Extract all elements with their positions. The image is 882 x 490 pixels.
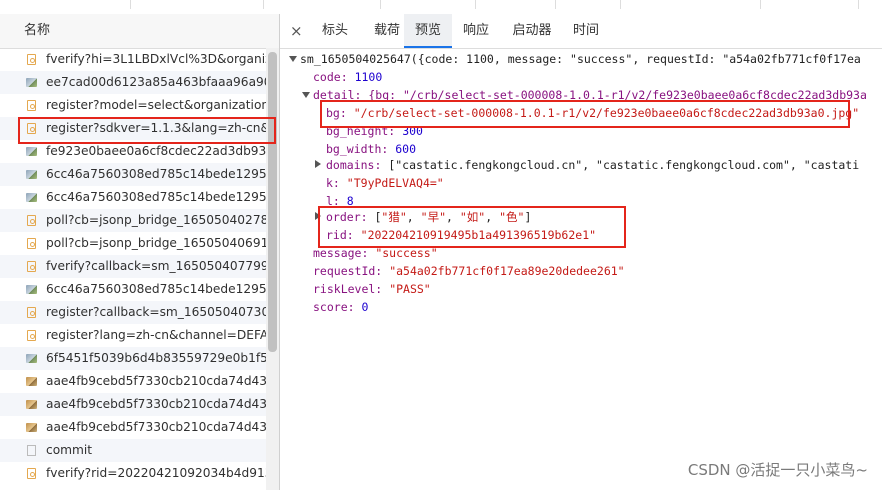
request-row[interactable]: 6cc46a7560308ed785c14bede12956c	[0, 186, 266, 209]
request-name: aae4fb9cebd5f7330cb210cda74d432.	[46, 374, 266, 388]
image-icon	[26, 354, 37, 363]
request-row[interactable]: poll?cb=jsonp_bridge_165050402787	[0, 209, 266, 232]
code-value: 1100	[354, 70, 383, 84]
request-name: poll?cb=jsonp_bridge_165050402787	[46, 213, 266, 227]
request-list-panel: 名称 fverify?hi=3L1LBDxlVcl%3D&organiz ee7c…	[0, 14, 280, 490]
risklevel-line: riskLevel: "PASS"	[313, 280, 431, 298]
image-icon	[26, 193, 37, 202]
request-name: register?model=select&organization.	[46, 98, 266, 112]
score-line: score: 0	[313, 298, 368, 316]
request-row[interactable]: aae4fb9cebd5f7330cb210cda74d432.	[0, 393, 266, 416]
request-name: fverify?callback=sm_1650504077990.	[46, 259, 266, 273]
request-row[interactable]: ee7cad00d6123a85a463bfaaa96a903	[0, 71, 266, 94]
expand-triangle-icon[interactable]	[289, 56, 297, 62]
k-value: "T9yPdELVAQ4="	[346, 176, 444, 190]
tab-timing[interactable]: 时间	[564, 14, 608, 48]
bg-width-key: bg_width:	[326, 142, 389, 156]
request-name: aae4fb9cebd5f7330cb210cda74d432.	[46, 397, 266, 411]
request-row[interactable]: fverify?hi=3L1LBDxlVcl%3D&organiz	[0, 48, 266, 71]
request-list: fverify?hi=3L1LBDxlVcl%3D&organiz ee7cad0…	[0, 48, 266, 485]
k-line: k: "T9yPdELVAQ4="	[326, 174, 444, 192]
message-value: "success"	[375, 246, 438, 260]
image-icon	[26, 170, 37, 179]
image-icon	[26, 78, 37, 87]
script-icon	[27, 215, 36, 226]
image-icon	[26, 147, 37, 156]
requestid-key: requestId:	[313, 264, 383, 278]
request-row[interactable]: fverify?rid=20220421092034b4d913c	[0, 462, 266, 485]
request-name: register?callback=sm_165050407304.	[46, 305, 266, 319]
blank-icon	[27, 445, 36, 456]
request-name: 6f5451f5039b6d4b83559729e0b1f52.	[46, 351, 266, 365]
code-key: code:	[313, 70, 348, 84]
risklevel-value: "PASS"	[389, 282, 431, 296]
request-name: commit	[46, 443, 93, 457]
request-row[interactable]: register?lang=zh-cn&channel=DEFA.	[0, 324, 266, 347]
request-name: fe923e0baee0a6cf8cdec22ad3db93a.	[46, 144, 266, 158]
score-value: 0	[361, 300, 369, 314]
tab-headers[interactable]: 标头	[308, 14, 362, 48]
highlight-box-request	[18, 117, 276, 144]
request-name: poll?cb=jsonp_bridge_165050406914	[46, 236, 266, 250]
highlight-box-bg	[320, 100, 850, 128]
script-icon	[27, 330, 36, 341]
image-icon	[26, 423, 37, 432]
request-name: 6cc46a7560308ed785c14bede12956c	[46, 190, 266, 204]
score-key: score:	[313, 300, 355, 314]
request-name: fverify?rid=20220421092034b4d913c	[46, 466, 266, 480]
message-key: message:	[313, 246, 369, 260]
request-row[interactable]: 6cc46a7560308ed785c14bede12956c	[0, 278, 266, 301]
highlight-box-order-rid	[318, 206, 626, 248]
request-row[interactable]: register?callback=sm_165050407304.	[0, 301, 266, 324]
request-row[interactable]: fverify?callback=sm_1650504077990.	[0, 255, 266, 278]
watermark: CSDN @活捉一只小菜鸟~	[687, 461, 868, 479]
request-name: 6cc46a7560308ed785c14bede12956c	[46, 282, 266, 296]
image-icon	[26, 400, 37, 409]
request-name: fverify?hi=3L1LBDxlVcl%3D&organiz	[46, 52, 266, 66]
request-row[interactable]: aae4fb9cebd5f7330cb210cda74d432.	[0, 370, 266, 393]
root-line[interactable]: sm_1650504025647({code: 1100, message: "…	[300, 50, 861, 68]
requestid-value: "a54a02fb771cf0f17ea89e20dedee261"	[389, 264, 625, 278]
name-column-header[interactable]: 名称	[0, 14, 279, 49]
request-row[interactable]: 6f5451f5039b6d4b83559729e0b1f52.	[0, 347, 266, 370]
image-icon	[26, 377, 37, 386]
expand-triangle-icon[interactable]	[315, 160, 321, 168]
requestid-line: requestId: "a54a02fb771cf0f17ea89e20dede…	[313, 262, 625, 280]
k-key: k:	[326, 176, 340, 190]
domains-line[interactable]: domains: ["castatic.fengkongcloud.cn", "…	[326, 156, 859, 174]
bg-width-value: 600	[395, 142, 417, 156]
expand-triangle-icon[interactable]	[302, 92, 310, 98]
request-row[interactable]: 6cc46a7560308ed785c14bede12956c	[0, 163, 266, 186]
domains-value: ["castatic.fengkongcloud.cn", "castatic.…	[388, 158, 860, 172]
request-row[interactable]: register?model=select&organization.	[0, 94, 266, 117]
request-row[interactable]: aae4fb9cebd5f7330cb210cda74d432.	[0, 416, 266, 439]
request-list-scrollbar[interactable]	[266, 48, 279, 490]
tab-preview[interactable]: 预览	[404, 14, 452, 48]
scrollbar-thumb[interactable]	[268, 52, 277, 352]
request-name: ee7cad00d6123a85a463bfaaa96a903	[46, 75, 266, 89]
request-row[interactable]: poll?cb=jsonp_bridge_165050406914	[0, 232, 266, 255]
script-icon	[27, 238, 36, 249]
risklevel-key: riskLevel:	[313, 282, 383, 296]
tab-response[interactable]: 响应	[452, 14, 500, 48]
detail-tabs: × 标头 载荷 预览 响应 启动器 时间	[280, 14, 882, 49]
script-icon	[27, 100, 36, 111]
script-icon	[27, 468, 36, 479]
script-icon	[27, 261, 36, 272]
request-row[interactable]: commit	[0, 439, 266, 462]
tab-initiator[interactable]: 启动器	[502, 14, 562, 48]
request-name: 6cc46a7560308ed785c14bede12956c	[46, 167, 266, 181]
code-line: code: 1100	[313, 68, 382, 86]
domains-key: domains:	[326, 158, 382, 172]
script-icon	[27, 54, 36, 65]
close-icon[interactable]: ×	[290, 22, 303, 40]
top-strip	[0, 0, 882, 15]
request-name: register?lang=zh-cn&channel=DEFA.	[46, 328, 266, 342]
image-icon	[26, 285, 37, 294]
script-icon	[27, 307, 36, 318]
request-name: aae4fb9cebd5f7330cb210cda74d432.	[46, 420, 266, 434]
